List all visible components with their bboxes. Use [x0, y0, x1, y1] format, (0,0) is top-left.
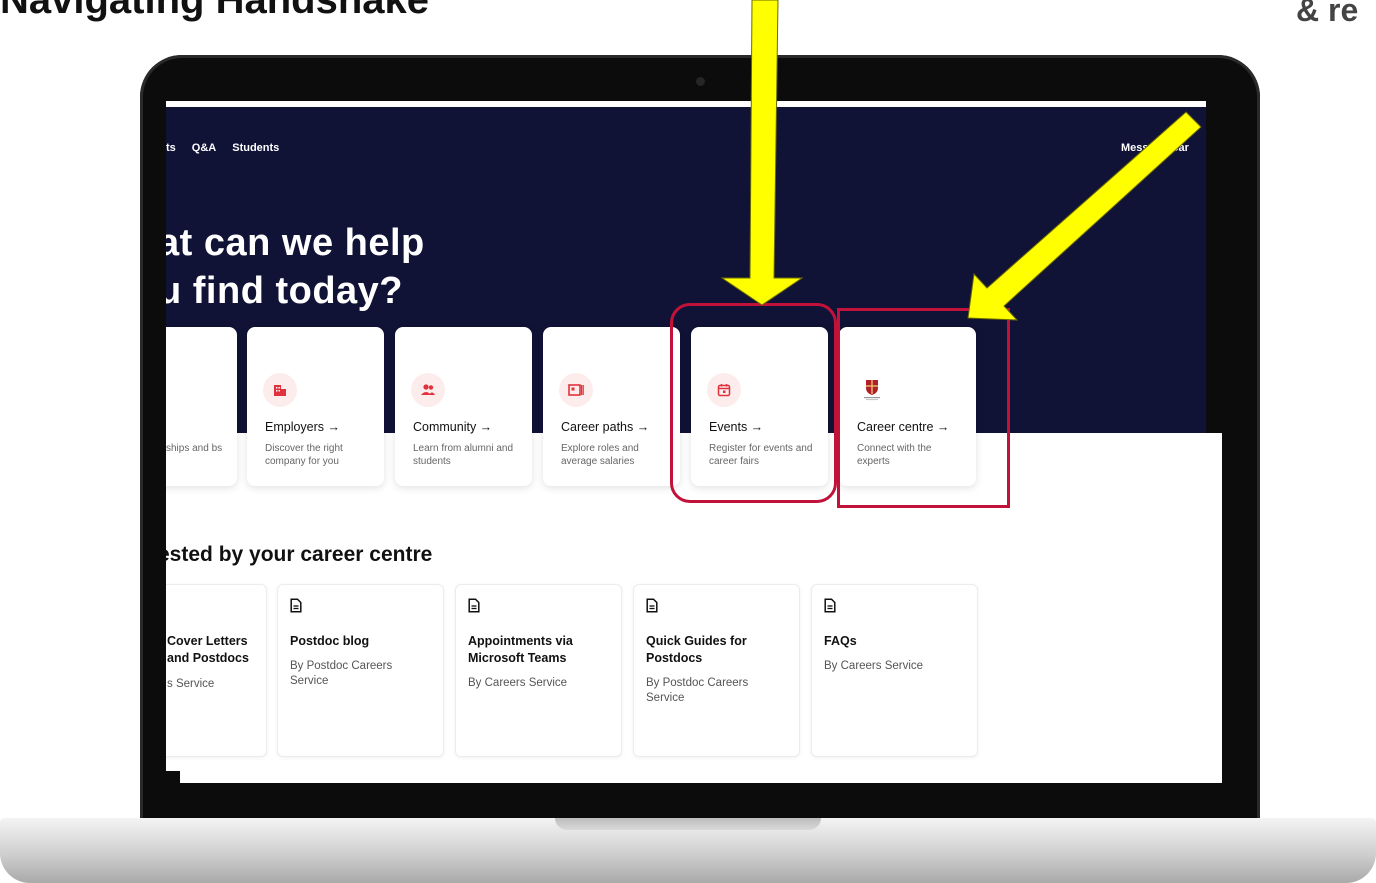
arrow-to-events [720, 0, 804, 306]
arrow-to-career-centre [967, 111, 1202, 321]
annotation-arrows [720, 0, 1202, 321]
